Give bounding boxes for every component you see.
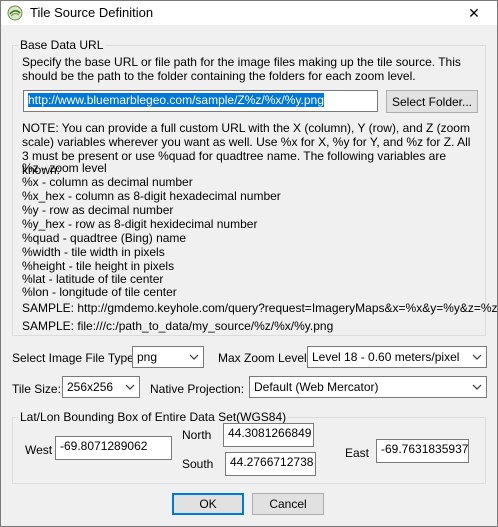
file-type-select[interactable]: png [132, 346, 204, 368]
base-url-legend: Base Data URL [18, 38, 106, 52]
tile-size-select[interactable]: 256x256 [62, 376, 140, 398]
max-zoom-label: Max Zoom Level: [218, 351, 311, 365]
projection-label: Native Projection: [150, 382, 245, 396]
north-label: North [182, 428, 212, 442]
chevron-down-icon [472, 384, 482, 390]
variable-item: %width - tile width in pixels [22, 245, 165, 259]
select-folder-button[interactable]: Select Folder... [386, 90, 478, 113]
variable-item: %x_hex - column as 8-digit hexadecimal n… [22, 189, 281, 203]
west-input[interactable]: -69.8071289062 [55, 436, 172, 460]
dialog-window: Tile Source Definition ✕ Base Data URL S… [0, 0, 498, 527]
south-label: South [182, 457, 214, 471]
east-input[interactable]: -69.7631835937 [376, 439, 469, 463]
title-bar[interactable]: Tile Source Definition ✕ [1, 1, 497, 25]
file-type-label: Select Image File Type: [12, 351, 138, 365]
close-icon: ✕ [468, 4, 480, 21]
variable-item: %quad - quadtree (Bing) name [22, 231, 187, 245]
globe-icon [7, 5, 23, 21]
tile-size-value: 256x256 [67, 380, 114, 394]
base-url-input[interactable]: http://www.bluemarblegeo.com/sample/Z%z/… [23, 90, 378, 112]
variable-item: %y_hex - row as 8-digit hexidecimal numb… [22, 217, 258, 231]
ok-button[interactable]: OK [172, 493, 244, 515]
base-url-value: http://www.bluemarblegeo.com/sample/Z%z/… [28, 93, 324, 107]
variable-item: %y - row as decimal number [22, 203, 174, 217]
projection-select[interactable]: Default (Web Mercator) [249, 376, 487, 398]
max-zoom-value: Level 18 - 0.60 meters/pixel [312, 350, 460, 364]
bbox-legend: Lat/Lon Bounding Box of Entire Data Set(… [18, 410, 289, 424]
window-title: Tile Source Definition [30, 5, 154, 20]
chevron-down-icon [472, 354, 482, 360]
sample-url-text: SAMPLE: http://gmdemo.keyhole.com/query?… [22, 301, 498, 315]
east-label: East [345, 446, 370, 460]
variable-item: %height - tile height in pixels [22, 259, 175, 273]
chevron-down-icon [189, 354, 199, 360]
base-url-description: Specify the base URL or file path for th… [22, 55, 461, 83]
cancel-button[interactable]: Cancel [252, 493, 324, 515]
close-button[interactable]: ✕ [451, 1, 497, 25]
sample-file-text: SAMPLE: file:///c:/path_to_data/my_sourc… [22, 319, 334, 333]
west-label: West [25, 443, 53, 457]
chevron-down-icon [125, 384, 135, 390]
variable-item: %lat - latitude of tile center [22, 272, 164, 286]
tile-size-label: Tile Size: [12, 382, 61, 396]
variable-item: %lon - longitude of tile center [22, 285, 177, 299]
file-type-value: png [137, 350, 158, 364]
north-input[interactable]: 44.3081266849 [223, 423, 314, 447]
south-input[interactable]: 44.2766712738 [225, 452, 316, 476]
projection-value: Default (Web Mercator) [254, 380, 379, 394]
variable-item: %x - column as decimal number [22, 175, 193, 189]
variable-item: %z - zoom level [22, 161, 107, 175]
max-zoom-select[interactable]: Level 18 - 0.60 meters/pixel [307, 346, 487, 368]
